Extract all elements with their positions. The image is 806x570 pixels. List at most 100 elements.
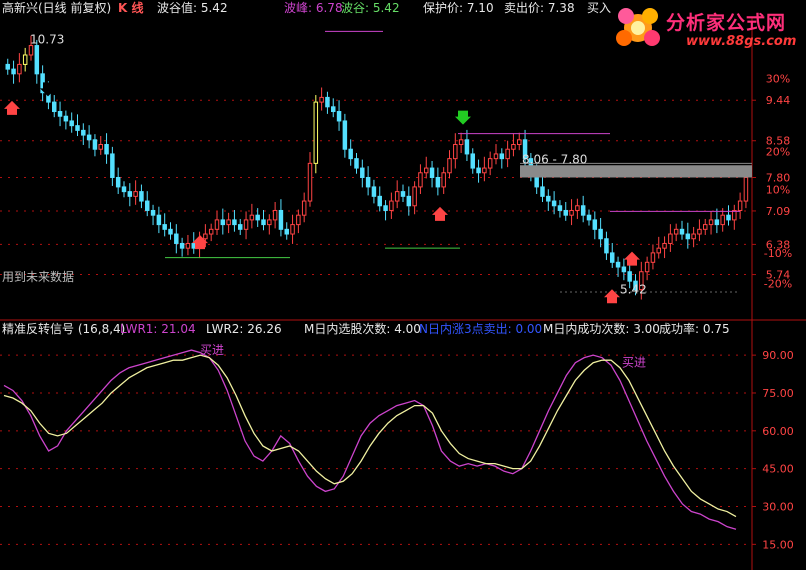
indicator-tick-label: 45.00 — [762, 463, 794, 476]
percent-tick-label: 30% — [766, 73, 790, 86]
candle-body — [278, 209, 284, 230]
candle-body — [249, 214, 255, 221]
candle-body — [720, 214, 725, 226]
buy-signal-label: 买进 — [622, 356, 646, 370]
logo-text: 分析家公式网 — [666, 12, 787, 34]
grid-lines — [0, 18, 806, 570]
candle-body — [220, 219, 226, 226]
candle-body — [691, 233, 696, 240]
candle-body — [662, 242, 667, 249]
candle-body — [447, 158, 452, 174]
candle-body — [354, 158, 359, 169]
candle-body — [331, 106, 336, 113]
candle-body — [604, 238, 609, 254]
candle-body — [75, 125, 80, 131]
candle-body — [284, 228, 289, 235]
candle-body — [348, 148, 353, 160]
candle-body — [644, 261, 650, 273]
candle-body — [737, 200, 743, 211]
candle-body — [272, 209, 278, 221]
candle-body — [371, 186, 377, 197]
price-axis: 9.448.587.807.096.385.7430%20%10%-10%-20… — [752, 73, 794, 551]
candle-body — [156, 214, 162, 226]
candle-body — [81, 129, 86, 136]
candle-body — [57, 111, 63, 117]
indicator-tick-label: 60.00 — [762, 425, 794, 438]
candle-body — [697, 228, 702, 235]
candle-body — [703, 224, 708, 230]
candle-body — [133, 191, 138, 197]
candle-body — [499, 153, 505, 160]
candle-body — [191, 242, 196, 249]
stock-chart[interactable]: 9.448.587.807.096.385.7430%20%10%-10%-20… — [0, 0, 806, 570]
candle-body — [586, 214, 592, 221]
candle-body — [174, 233, 179, 244]
candle-body — [319, 96, 324, 103]
price-annotation: 5.42 — [620, 283, 647, 297]
candle-body — [575, 205, 580, 211]
m-count-value: M日内选股次数: 4.00 — [304, 322, 421, 336]
price-annotation: 10.73 — [30, 32, 64, 46]
candle-body — [656, 247, 661, 254]
protect-price: 保护价: 7.10 — [423, 1, 494, 15]
candle-body — [708, 219, 714, 226]
candle-body — [5, 63, 10, 70]
candle-body — [453, 144, 458, 160]
candle-body — [162, 224, 167, 230]
sell-arrow-icon — [455, 110, 471, 125]
candle-body — [290, 224, 295, 235]
candle-body — [11, 68, 16, 75]
lwr2-value: LWR2: 26.26 — [206, 322, 282, 336]
candle-body — [110, 153, 115, 178]
candle-body — [336, 111, 342, 122]
candle-body — [517, 139, 522, 146]
candle-body — [511, 144, 516, 150]
indicator-tick-label: 75.00 — [762, 387, 794, 400]
candle-body — [615, 261, 621, 268]
candle-body — [592, 219, 598, 230]
candle-body — [598, 228, 603, 240]
candle-body — [412, 186, 417, 207]
candle-body — [679, 228, 685, 235]
candle-body — [17, 63, 22, 75]
indicator-tick-label: 15.00 — [762, 538, 794, 551]
candle-body — [360, 167, 365, 178]
trough-value: 波谷值: 5.42 — [157, 1, 228, 15]
candle-body — [98, 144, 103, 150]
candle-body — [325, 96, 330, 108]
logo-url[interactable]: www.88gs.com — [686, 34, 796, 49]
candle-body — [255, 214, 260, 221]
future-data-note: 用到未来数据 — [2, 270, 75, 284]
candle-body — [214, 219, 220, 230]
indicator-name: 精准反转信号 (16,8,4) — [2, 322, 126, 336]
k-line-label[interactable]: K 线 — [118, 0, 143, 18]
candle-body — [464, 139, 470, 155]
success-rate: 成功率: 0.75 — [659, 322, 730, 336]
star-flower-icon — [616, 8, 660, 46]
lwr1-value: LWR1: 21.04 — [120, 322, 196, 336]
candle-body — [429, 167, 435, 178]
buy-arrow-icon — [4, 100, 20, 115]
percent-tick-label: -10% — [764, 247, 792, 260]
candle-body — [668, 233, 673, 244]
candle-body — [505, 148, 510, 160]
candle-body — [726, 214, 731, 221]
candle-body — [139, 191, 144, 202]
candle-body — [208, 228, 214, 235]
candle-body — [232, 219, 237, 226]
candle-body — [150, 209, 156, 216]
candle-body — [557, 205, 563, 211]
candle-body — [424, 167, 429, 174]
price-annotation: 8.06 - 7.80 — [522, 153, 587, 167]
price-tick-label: 9.44 — [766, 94, 791, 107]
candle-body — [476, 167, 481, 174]
candle-body — [69, 120, 74, 127]
candle-body — [179, 242, 185, 249]
candle-body — [238, 224, 243, 230]
level-lines — [165, 30, 752, 293]
candle-body — [168, 228, 173, 235]
candle-body — [226, 219, 231, 226]
candle-body — [400, 191, 406, 197]
candle-body — [34, 45, 40, 75]
candle-body — [389, 200, 394, 211]
